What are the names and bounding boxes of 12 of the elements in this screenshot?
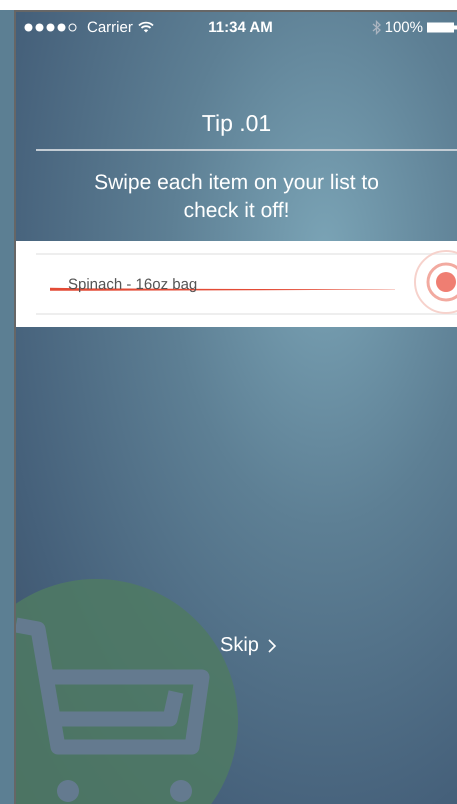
item-text: Spinach - 16oz bag: [68, 276, 198, 292]
bluetooth-icon: [372, 20, 381, 34]
skip-button[interactable]: Skip: [220, 634, 277, 657]
chevron-right-icon: [266, 638, 277, 654]
wifi-icon: [138, 21, 154, 33]
battery-percent: 100%: [384, 18, 423, 36]
tip-message: Swipe each item on your list to check it off!: [93, 170, 380, 224]
battery-icon: [426, 22, 457, 32]
status-time: 11:34 AM: [208, 18, 273, 36]
tip-title: Tip .01: [202, 110, 272, 137]
list-item[interactable]: Spinach - 16oz bag: [36, 253, 457, 315]
carrier-name: Carrier: [87, 18, 133, 36]
